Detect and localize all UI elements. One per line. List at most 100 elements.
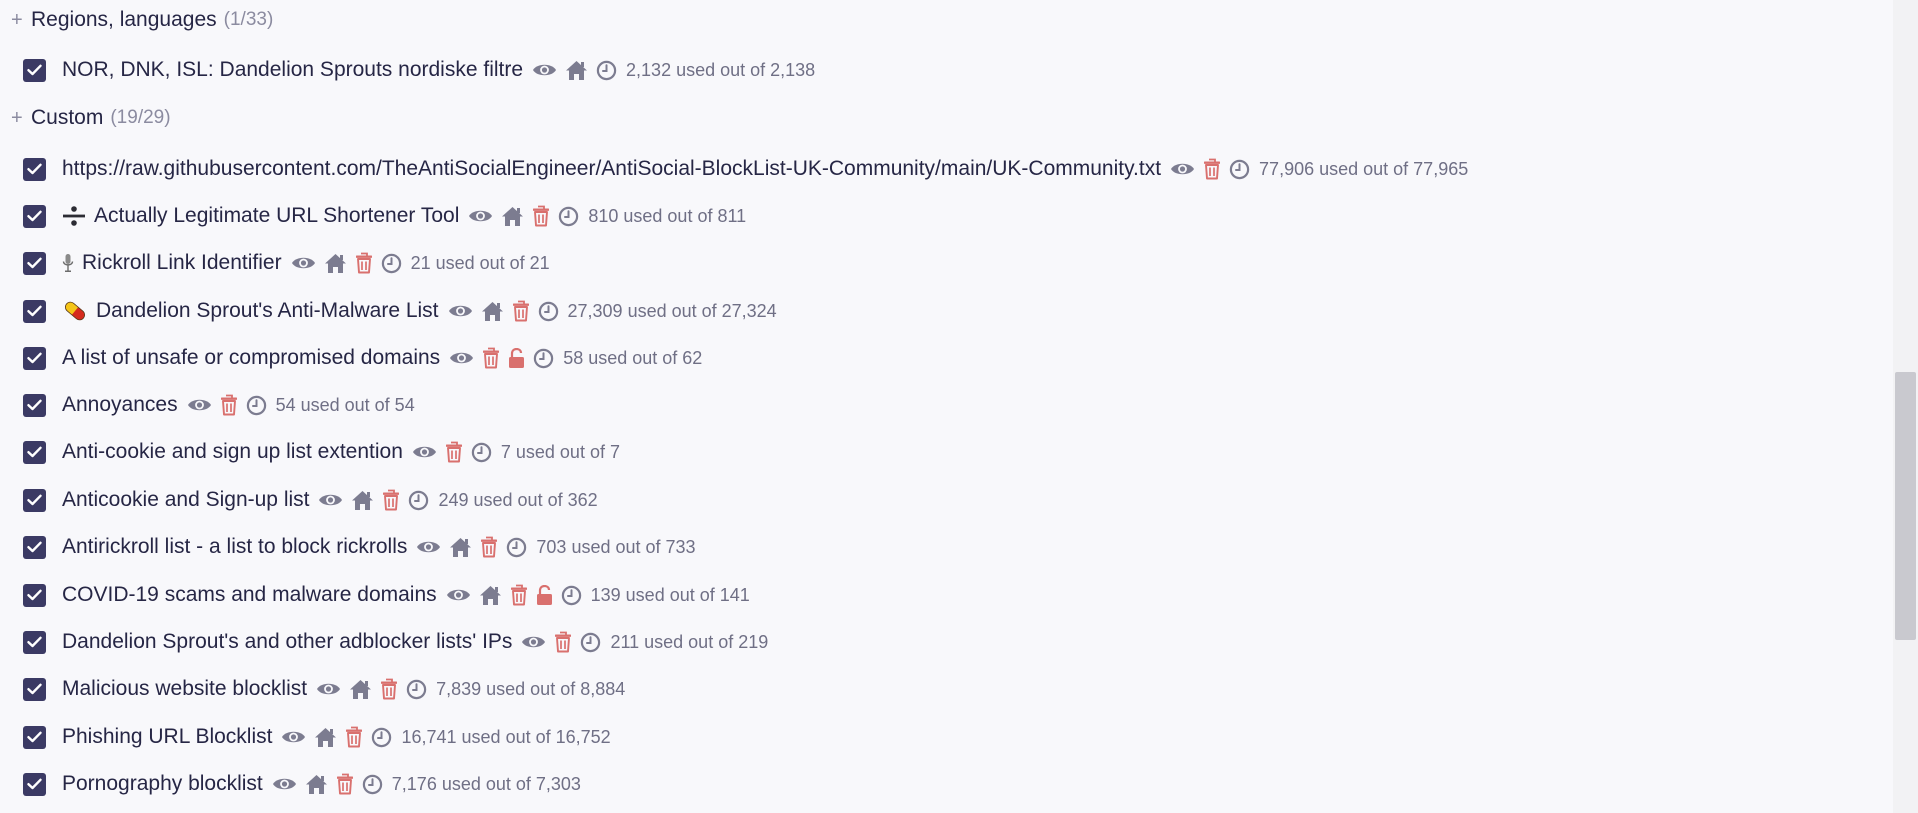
section-header-regions[interactable]: + Regions, languages (1/33) [11, 5, 273, 35]
filter-name: Pornography blocklist [62, 772, 263, 795]
filter-enabled-checkbox[interactable] [23, 535, 46, 559]
home-icon[interactable] [481, 301, 504, 322]
eye-icon[interactable] [416, 538, 441, 556]
eye-icon[interactable] [316, 680, 341, 698]
clock-icon [1229, 159, 1250, 180]
rule-usage-count: 54 used out of 54 [275, 394, 415, 415]
eye-icon[interactable] [448, 302, 473, 320]
trash-icon[interactable] [220, 394, 238, 416]
eye-icon[interactable] [412, 443, 437, 461]
home-icon[interactable] [351, 490, 374, 511]
filter-row: Antirickroll list - a list to block rick… [23, 529, 696, 565]
trash-icon[interactable] [512, 300, 530, 322]
clock-icon [246, 395, 267, 416]
trash-icon[interactable] [480, 536, 498, 558]
filter-row: Dandelion Sprout's and other adblocker l… [23, 624, 768, 660]
filter-enabled-checkbox[interactable] [23, 58, 46, 82]
rule-usage-count: 2,132 used out of 2,138 [626, 59, 816, 80]
scrollbar[interactable] [1893, 0, 1918, 813]
trash-icon[interactable] [382, 489, 400, 511]
trash-icon[interactable] [482, 347, 500, 369]
home-icon[interactable] [349, 679, 372, 700]
filter-enabled-checkbox[interactable] [23, 157, 46, 181]
unlock-icon [508, 347, 525, 369]
filter-enabled-checkbox[interactable] [23, 677, 46, 701]
filter-enabled-checkbox[interactable] [23, 346, 46, 370]
pill-icon [62, 299, 88, 323]
trash-icon[interactable] [532, 205, 550, 227]
filter-name: Anticookie and Sign-up list [62, 488, 310, 511]
expand-plus-icon[interactable]: + [11, 107, 31, 130]
filter-row: Actually Legitimate URL Shortener Tool 81… [23, 198, 746, 234]
filter-enabled-checkbox[interactable] [23, 299, 46, 323]
filter-row: Phishing URL Blocklist 16,741 used out of… [23, 719, 611, 755]
trash-icon[interactable] [345, 726, 363, 748]
section-count: (1/33) [223, 9, 274, 30]
rule-usage-count: 139 used out of 141 [590, 584, 750, 605]
filter-enabled-checkbox[interactable] [23, 772, 46, 796]
eye-icon[interactable] [521, 633, 546, 651]
filter-name: Dandelion Sprout's Anti-Malware List [96, 299, 439, 322]
filter-enabled-checkbox[interactable] [23, 251, 46, 275]
filter-name: NOR, DNK, ISL: Dandelion Sprouts nordisk… [62, 58, 524, 81]
filter-enabled-checkbox[interactable] [23, 204, 46, 228]
rule-usage-count: 21 used out of 21 [410, 252, 550, 273]
filter-name: Annoyances [62, 393, 178, 416]
eye-icon[interactable] [272, 775, 297, 793]
trash-icon[interactable] [1203, 158, 1221, 180]
filter-enabled-checkbox[interactable] [23, 393, 46, 417]
eye-icon[interactable] [281, 728, 306, 746]
filter-name: Rickroll Link Identifier [82, 251, 282, 274]
filter-row: Malicious website blocklist 7,839 used ou… [23, 671, 625, 707]
filter-enabled-checkbox[interactable] [23, 630, 46, 654]
filter-row: A list of unsafe or compromised domains 5… [23, 340, 702, 376]
trash-icon[interactable] [380, 678, 398, 700]
clock-icon [406, 679, 427, 700]
rule-usage-count: 703 used out of 733 [536, 536, 696, 557]
clock-icon [381, 253, 402, 274]
eye-icon[interactable] [187, 396, 212, 414]
filter-row: Dandelion Sprout's Anti-Malware List 27,3… [23, 293, 777, 329]
trash-icon[interactable] [336, 773, 354, 795]
filter-name: Malicious website blocklist [62, 677, 308, 700]
home-icon[interactable] [565, 60, 588, 81]
trash-icon[interactable] [554, 631, 572, 653]
home-icon[interactable] [305, 774, 328, 795]
section-title: Regions, languages [31, 8, 217, 31]
clock-icon [538, 301, 559, 322]
filter-enabled-checkbox[interactable] [23, 725, 46, 749]
eye-icon[interactable] [446, 586, 471, 604]
filter-enabled-checkbox[interactable] [23, 488, 46, 512]
rule-usage-count: 211 used out of 219 [610, 631, 769, 652]
filter-name: Phishing URL Blocklist [62, 725, 273, 748]
scrollbar-thumb[interactable] [1895, 372, 1916, 640]
filter-row: Pornography blocklist 7,176 used out of 7… [23, 766, 581, 802]
clock-icon [471, 442, 492, 463]
clock-icon [561, 585, 582, 606]
filter-lists-panel: + Regions, languages (1/33) + Custom (19… [0, 0, 1918, 813]
filter-row: Anticookie and Sign-up list 249 used out … [23, 482, 598, 518]
eye-icon[interactable] [532, 61, 557, 79]
rule-usage-count: 27,309 used out of 27,324 [567, 300, 777, 321]
clock-icon [506, 537, 527, 558]
rule-usage-count: 7 used out of 7 [500, 441, 620, 462]
filter-enabled-checkbox[interactable] [23, 440, 46, 464]
trash-icon[interactable] [510, 584, 528, 606]
home-icon[interactable] [479, 585, 502, 606]
home-icon[interactable] [314, 727, 337, 748]
section-header-custom[interactable]: + Custom (19/29) [11, 103, 171, 133]
clock-icon [580, 632, 601, 653]
eye-icon[interactable] [318, 491, 343, 509]
eye-icon[interactable] [468, 207, 493, 225]
home-icon[interactable] [501, 206, 524, 227]
clock-icon [371, 727, 392, 748]
eye-icon[interactable] [1170, 160, 1195, 178]
expand-plus-icon[interactable]: + [11, 9, 31, 32]
eye-icon[interactable] [291, 254, 316, 272]
eye-icon[interactable] [449, 349, 474, 367]
trash-icon[interactable] [445, 441, 463, 463]
trash-icon[interactable] [355, 252, 373, 274]
filter-enabled-checkbox[interactable] [23, 583, 46, 607]
home-icon[interactable] [324, 253, 347, 274]
home-icon[interactable] [449, 537, 472, 558]
